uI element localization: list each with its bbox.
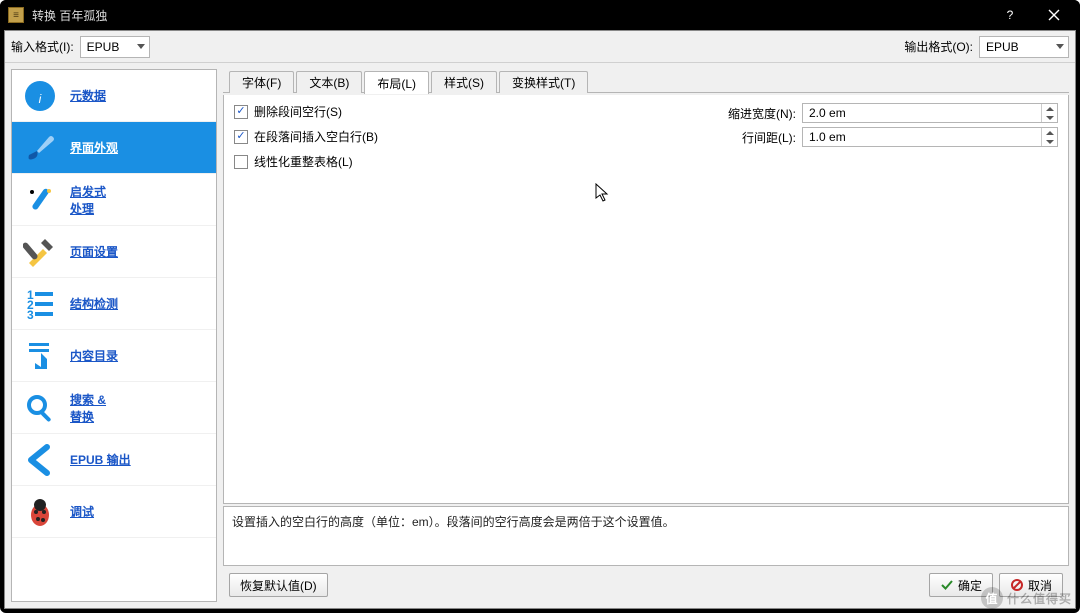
sidebar-item-label: EPUB 输出 [70,451,131,468]
sidebar-item-label: 页面设置 [70,243,118,260]
chevron-left-icon [22,442,58,478]
tab-transform[interactable]: 变换样式(T) [499,71,588,93]
sidebar-item-label: 搜索 & 替换 [70,391,106,425]
format-row: 输入格式(I): EPUB 输出格式(O): EPUB [5,31,1075,63]
input-format-value: EPUB [87,40,120,54]
output-format-value: EPUB [986,40,1019,54]
sidebar-item-debug[interactable]: 调试 [12,486,216,538]
line-height-input[interactable]: 1.0 em [802,127,1058,147]
tabs: 字体(F) 文本(B) 布局(L) 样式(S) 变换样式(T) [223,69,1069,93]
sidebar-item-label: 界面外观 [70,139,118,156]
chevron-down-icon [137,44,145,49]
indent-label: 缩进宽度(N): [718,105,796,122]
ok-button[interactable]: 确定 [929,573,993,597]
output-format-combo[interactable]: EPUB [979,36,1069,58]
button-label: 确定 [958,577,982,594]
button-label: 恢复默认值(D) [240,577,317,594]
sidebar: i 元数据 界面外观 启发式 处理 页面设置 123 结构检测 [11,69,217,602]
input-format-label: 输入格式(I): [11,38,74,55]
indent-value: 2.0 em [809,106,846,120]
hint-text: 设置插入的空白行的高度（单位：em）。段落间的空行高度会是两倍于这个设置值。 [232,515,675,529]
output-format-label: 输出格式(O): [904,38,973,55]
check-icon [940,578,954,592]
help-button[interactable]: ? [988,0,1032,30]
checkbox-label: 线性化重整表格(L) [254,153,353,170]
tab-styling[interactable]: 样式(S) [431,71,497,93]
spin-up-icon[interactable] [1042,128,1057,137]
search-icon [22,390,58,426]
tab-label: 文本(B) [309,74,349,91]
checkbox-linearize-tables[interactable] [234,155,248,169]
line-height-value: 1.0 em [809,130,846,144]
checkbox-label: 删除段间空行(S) [254,103,342,120]
tab-label: 字体(F) [242,74,281,91]
tab-label: 样式(S) [444,74,484,91]
sidebar-item-label: 调试 [70,503,94,520]
restore-defaults-button[interactable]: 恢复默认值(D) [229,573,328,597]
info-icon: i [22,78,58,114]
button-label: 取消 [1028,577,1052,594]
sidebar-item-metadata[interactable]: i 元数据 [12,70,216,122]
tab-label: 布局(L) [377,75,416,92]
checkbox-insert-blank[interactable] [234,130,248,144]
sidebar-item-search-replace[interactable]: 搜索 & 替换 [12,382,216,434]
list-icon: 123 [22,286,58,322]
tab-panel-layout: 删除段间空行(S) 在段落间插入空白行(B) 线性化重整表格(L) [223,95,1069,504]
tab-text[interactable]: 文本(B) [296,71,362,93]
cancel-button[interactable]: 取消 [999,573,1063,597]
window-title: 转换 百年孤独 [32,7,988,24]
wand-icon [22,182,58,218]
sidebar-item-epub-output[interactable]: EPUB 输出 [12,434,216,486]
brush-icon [22,130,58,166]
sidebar-item-heuristic[interactable]: 启发式 处理 [12,174,216,226]
input-format-combo[interactable]: EPUB [80,36,150,58]
sidebar-item-label: 内容目录 [70,347,118,364]
tools-icon [22,234,58,270]
sidebar-item-look-feel[interactable]: 界面外观 [12,122,216,174]
app-icon: ≡ [8,7,24,23]
hint-box: 设置插入的空白行的高度（单位：em）。段落间的空行高度会是两倍于这个设置值。 [223,506,1069,566]
svg-text:3: 3 [27,308,34,321]
bottom-bar: 恢复默认值(D) 确定 取消 [223,568,1069,602]
spin-down-icon[interactable] [1042,113,1057,122]
sidebar-item-label: 结构检测 [70,295,118,312]
tab-label: 变换样式(T) [512,74,575,91]
checkbox-remove-spacing[interactable] [234,105,248,119]
tab-fonts[interactable]: 字体(F) [229,71,294,93]
indent-width-input[interactable]: 2.0 em [802,103,1058,123]
spin-down-icon[interactable] [1042,137,1057,146]
tab-layout[interactable]: 布局(L) [364,71,429,94]
sidebar-item-label: 元数据 [70,87,106,104]
line-height-label: 行间距(L): [718,129,796,146]
checkbox-label: 在段落间插入空白行(B) [254,128,378,145]
title-bar: ≡ 转换 百年孤独 ? [0,0,1080,30]
spin-up-icon[interactable] [1042,104,1057,113]
svg-text:i: i [39,92,42,106]
chevron-down-icon [1056,44,1064,49]
close-button[interactable] [1032,0,1076,30]
cancel-icon [1010,578,1024,592]
sidebar-item-toc[interactable]: 内容目录 [12,330,216,382]
touch-icon [22,338,58,374]
sidebar-item-structure[interactable]: 123 结构检测 [12,278,216,330]
bug-icon [22,494,58,530]
sidebar-item-page-setup[interactable]: 页面设置 [12,226,216,278]
sidebar-item-label: 启发式 处理 [70,183,106,217]
